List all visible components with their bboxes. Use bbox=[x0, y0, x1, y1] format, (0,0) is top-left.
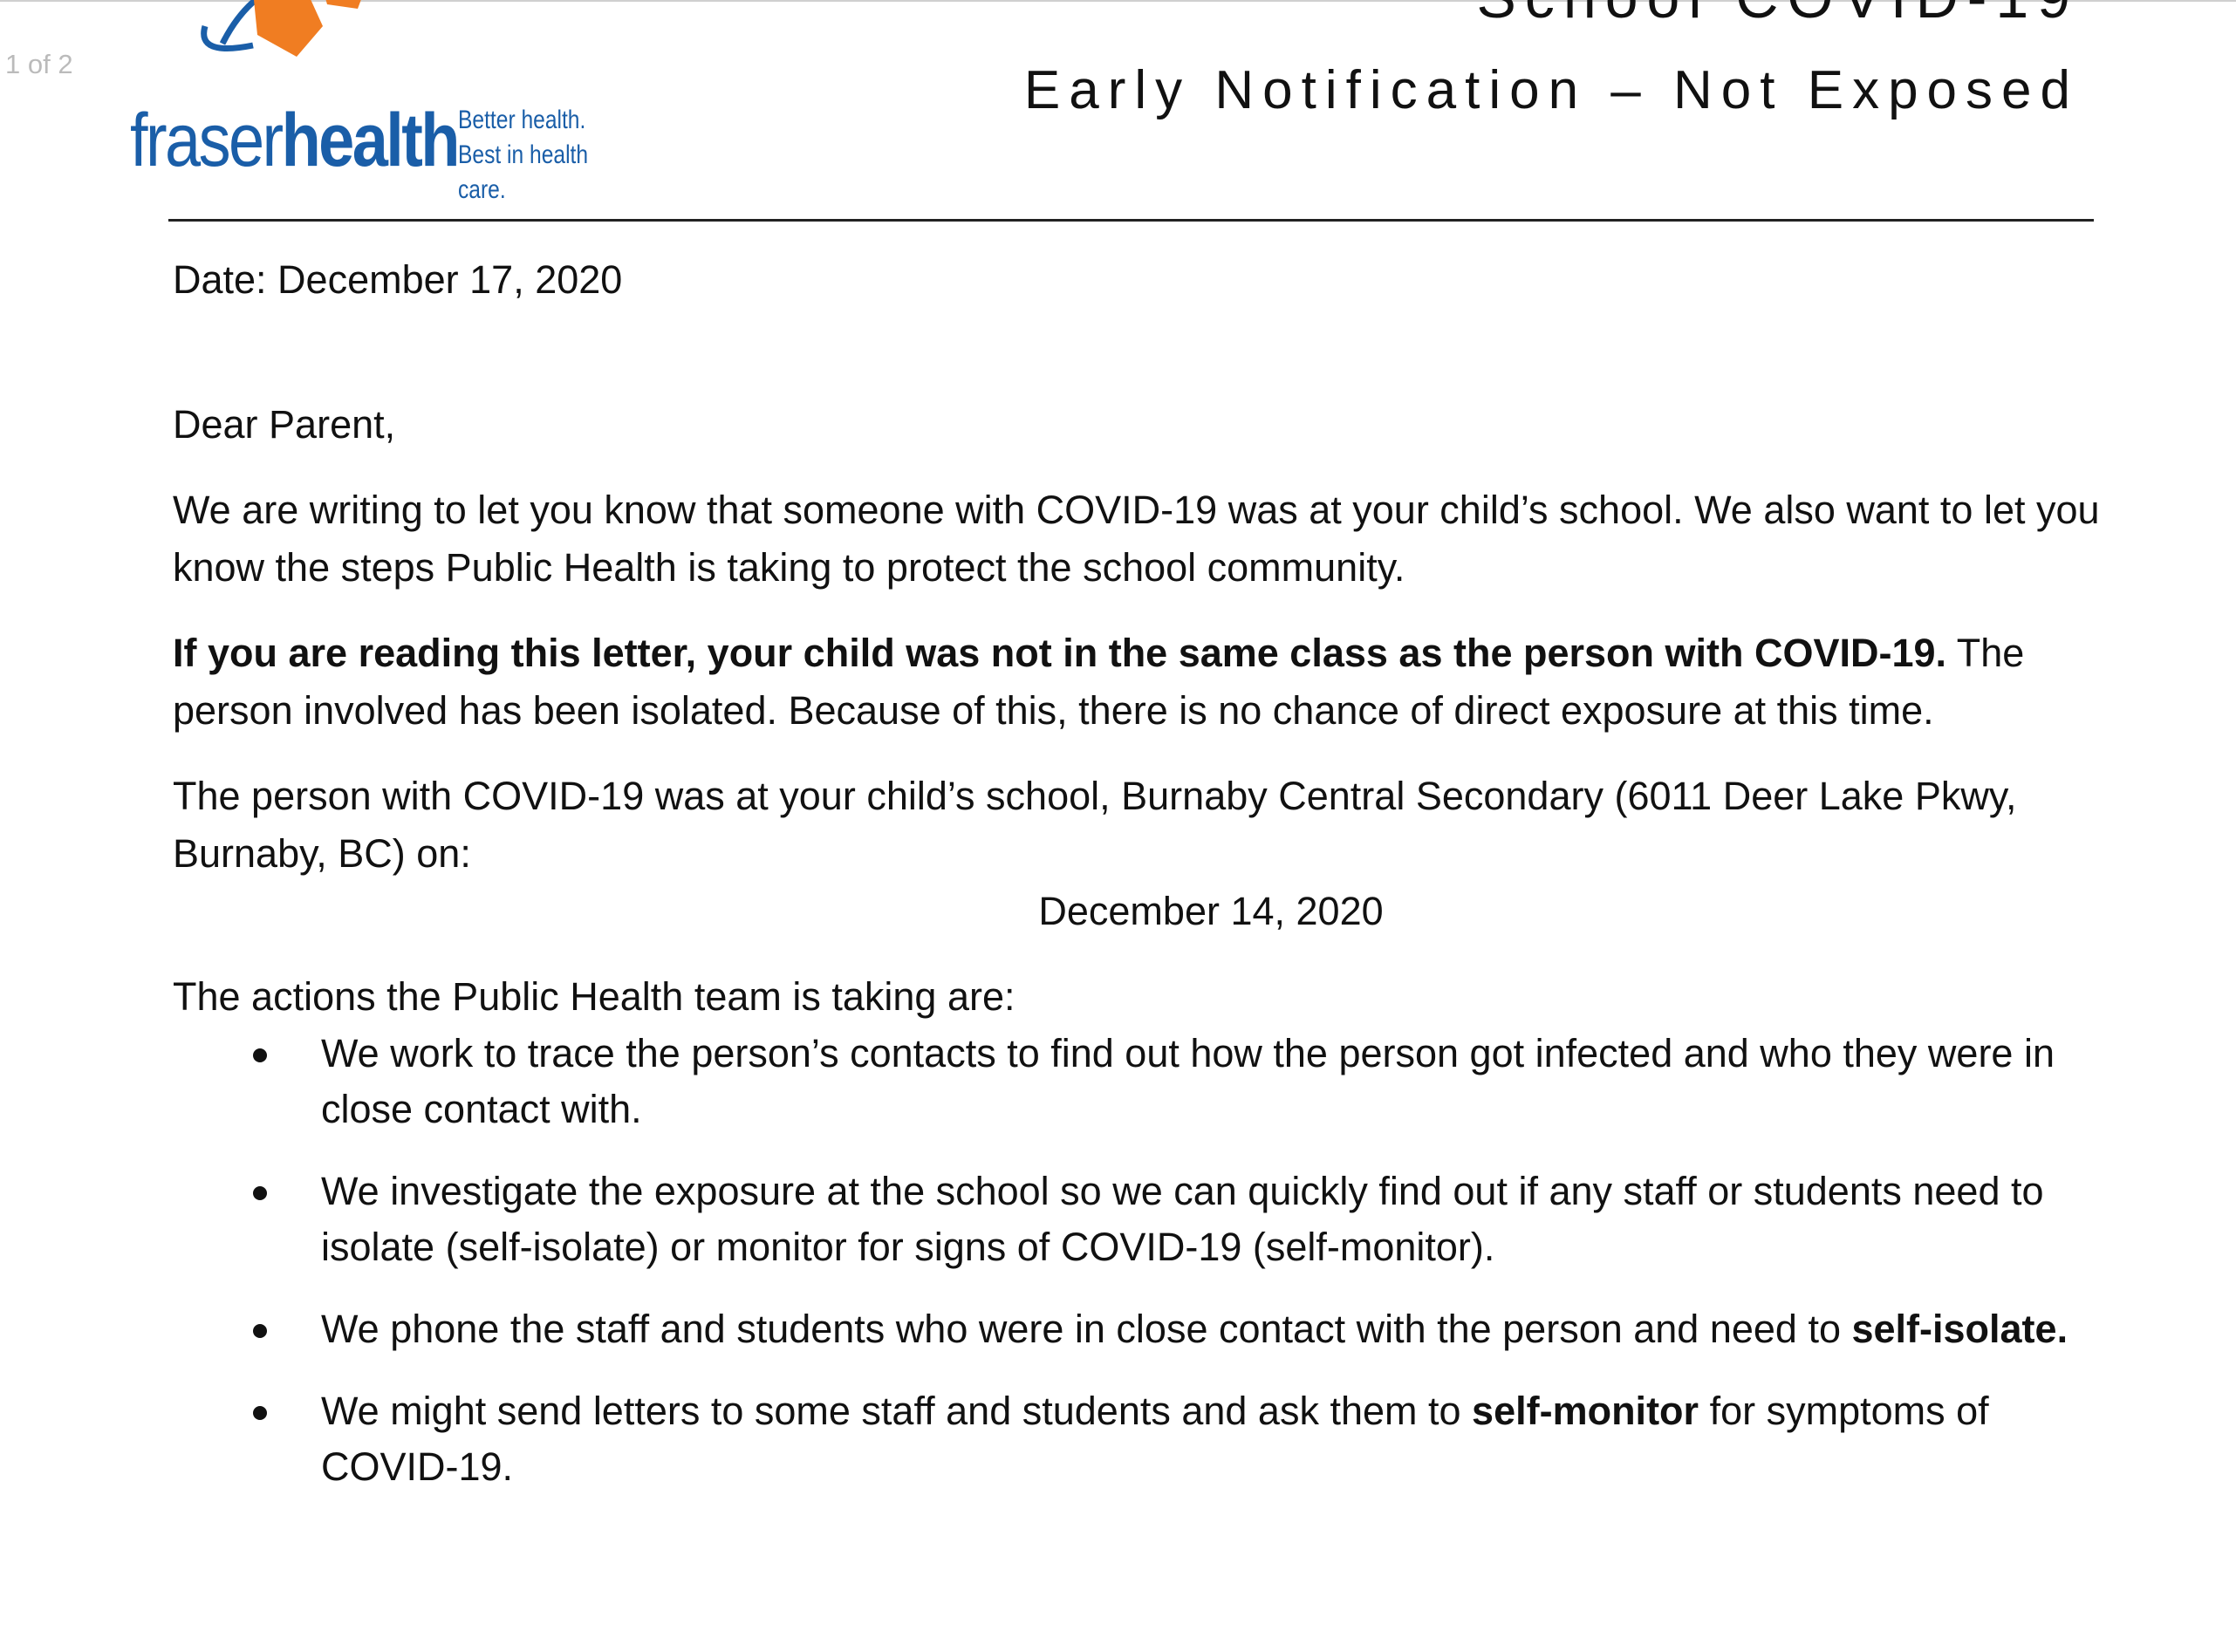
bullet-icon bbox=[253, 1048, 267, 1062]
bullet-icon bbox=[253, 1406, 267, 1420]
list-item: We phone the staff and students who were… bbox=[173, 1301, 2101, 1357]
list-item: We might send letters to some staff and … bbox=[173, 1383, 2101, 1495]
intro-paragraph: We are writing to let you know that some… bbox=[173, 488, 2100, 590]
logo-mark-icon bbox=[201, 0, 361, 57]
not-exposed-paragraph: If you are reading this letter, your chi… bbox=[173, 631, 2025, 733]
not-exposed-statement: If you are reading this letter, your chi… bbox=[173, 631, 1947, 675]
list-item: We investigate the exposure at the schoo… bbox=[173, 1164, 2101, 1275]
fraserhealth-logo: fraserhealth Better health. Best in heal… bbox=[127, 0, 650, 204]
letter-body: Date: December 17, 2020 Dear Parent, We … bbox=[173, 251, 2101, 1521]
list-item: We work to trace the person’s contacts t… bbox=[173, 1026, 2101, 1137]
exposure-date: December 14, 2020 bbox=[1038, 889, 1384, 933]
logo-wordmark: fraserhealth bbox=[130, 99, 460, 182]
salutation: Dear Parent, bbox=[173, 402, 396, 447]
header-title-line1: School COVID-19 bbox=[1477, 0, 2079, 31]
bullet-icon bbox=[253, 1324, 267, 1338]
header-title-line2: Early Notification – Not Exposed bbox=[1023, 60, 2079, 120]
bullet-icon bbox=[253, 1186, 267, 1200]
logo-tagline: Better health. Best in health care. bbox=[458, 106, 589, 204]
location-paragraph: The person with COVID-19 was at your chi… bbox=[173, 774, 2017, 876]
actions-intro: The actions the Public Health team is ta… bbox=[173, 974, 1015, 1019]
page-indicator: 1 of 2 bbox=[5, 49, 73, 79]
header-divider bbox=[168, 219, 2094, 222]
actions-list: We work to trace the person’s contacts t… bbox=[173, 1026, 2101, 1495]
letter-date: Date: December 17, 2020 bbox=[173, 257, 623, 302]
